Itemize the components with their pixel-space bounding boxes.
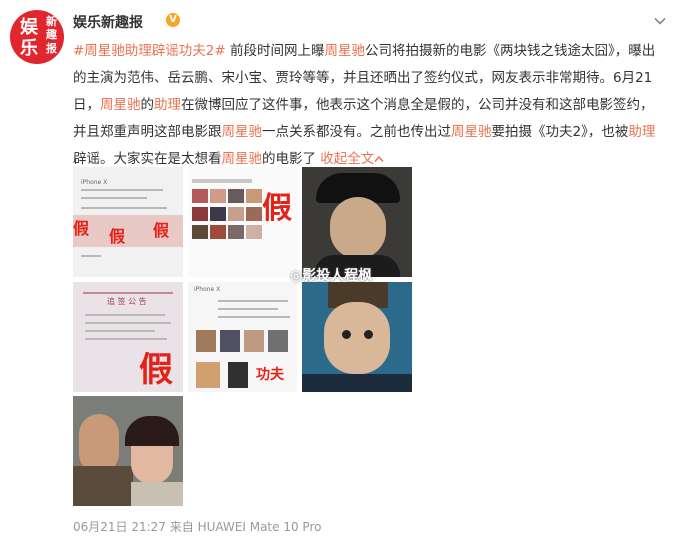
post-text-segment: 要拍摄《功夫2》，也被	[491, 124, 629, 140]
keyword-link[interactable]: 助理	[154, 97, 181, 113]
post-text-segment: 一点关系都没有。之前也传出过	[262, 124, 451, 140]
keyword-link[interactable]: 周星驰	[100, 97, 141, 113]
collapse-text-label: 收起全文	[320, 151, 375, 167]
post-text: #周星驰助理辟谣功夫2# 前段时间网上曝周星驰公司将拍摄新的电影《两块钱之钱途太…	[73, 38, 665, 173]
post-text-segment: 的电影了	[262, 151, 321, 167]
avatar-glyph: 趣	[46, 28, 57, 41]
keyword-link[interactable]: 周星驰	[325, 43, 366, 59]
fake-stamp: 假	[109, 227, 126, 246]
keyword-link[interactable]: 周星驰	[222, 124, 263, 140]
fake-stamp: 假	[139, 350, 173, 390]
post-meta: 06月21日 21:27 来自 HUAWEI Mate 10 Pro	[73, 518, 321, 535]
post-text-segment: 前段时间网上曝	[225, 43, 325, 59]
keyword-link[interactable]: 助理	[628, 124, 655, 140]
avatar-glyph: 新	[46, 15, 57, 28]
post-image-1[interactable]: iPhone X 假 假 假	[73, 167, 183, 277]
avatar-glyph: 报	[46, 42, 57, 55]
account-name[interactable]: 娱乐新趣报	[73, 12, 143, 32]
image-caption: iPhone X	[194, 286, 221, 293]
post-image-2[interactable]: 假	[188, 167, 297, 277]
image-caption: iPhone X	[81, 179, 108, 186]
keyword-link[interactable]: 周星驰	[222, 151, 263, 167]
collapse-text-link[interactable]: 收起全文	[320, 151, 384, 167]
fake-stamp: 假	[73, 219, 90, 238]
post-image-4[interactable]: 追 签 公 告 假	[73, 282, 183, 392]
post-text-segment: 辟谣。大家实在是太想看	[73, 151, 222, 167]
post-image-5[interactable]: iPhone X 功夫	[188, 282, 297, 392]
post-timestamp[interactable]: 06月21日 21:27	[73, 520, 166, 534]
fake-stamp: 假	[262, 191, 292, 226]
chevron-down-icon[interactable]	[653, 14, 667, 28]
notice-title: 追 签 公 告	[107, 297, 147, 306]
post-image-6[interactable]	[302, 282, 412, 392]
chevron-up-icon	[374, 155, 384, 162]
keyword-link[interactable]: 周星驰	[451, 124, 492, 140]
avatar-glyph: 娱	[20, 17, 38, 38]
image-watermark: ◎影投人程枫	[290, 268, 373, 284]
post-image-7[interactable]	[73, 396, 183, 506]
fake-stamp: 功夫	[256, 367, 284, 383]
avatar-glyph: 乐	[20, 38, 38, 59]
gold-verified-icon: V	[166, 13, 180, 27]
post-text-segment: 的	[140, 97, 155, 113]
hashtag-link[interactable]: #周星驰助理辟谣功夫2#	[73, 43, 226, 59]
avatar[interactable]: 娱 乐 新 趣 报	[10, 10, 64, 64]
post-image-3[interactable]	[302, 167, 412, 277]
fake-stamp: 假	[153, 221, 170, 240]
post-source: 来自 HUAWEI Mate 10 Pro	[165, 520, 322, 534]
